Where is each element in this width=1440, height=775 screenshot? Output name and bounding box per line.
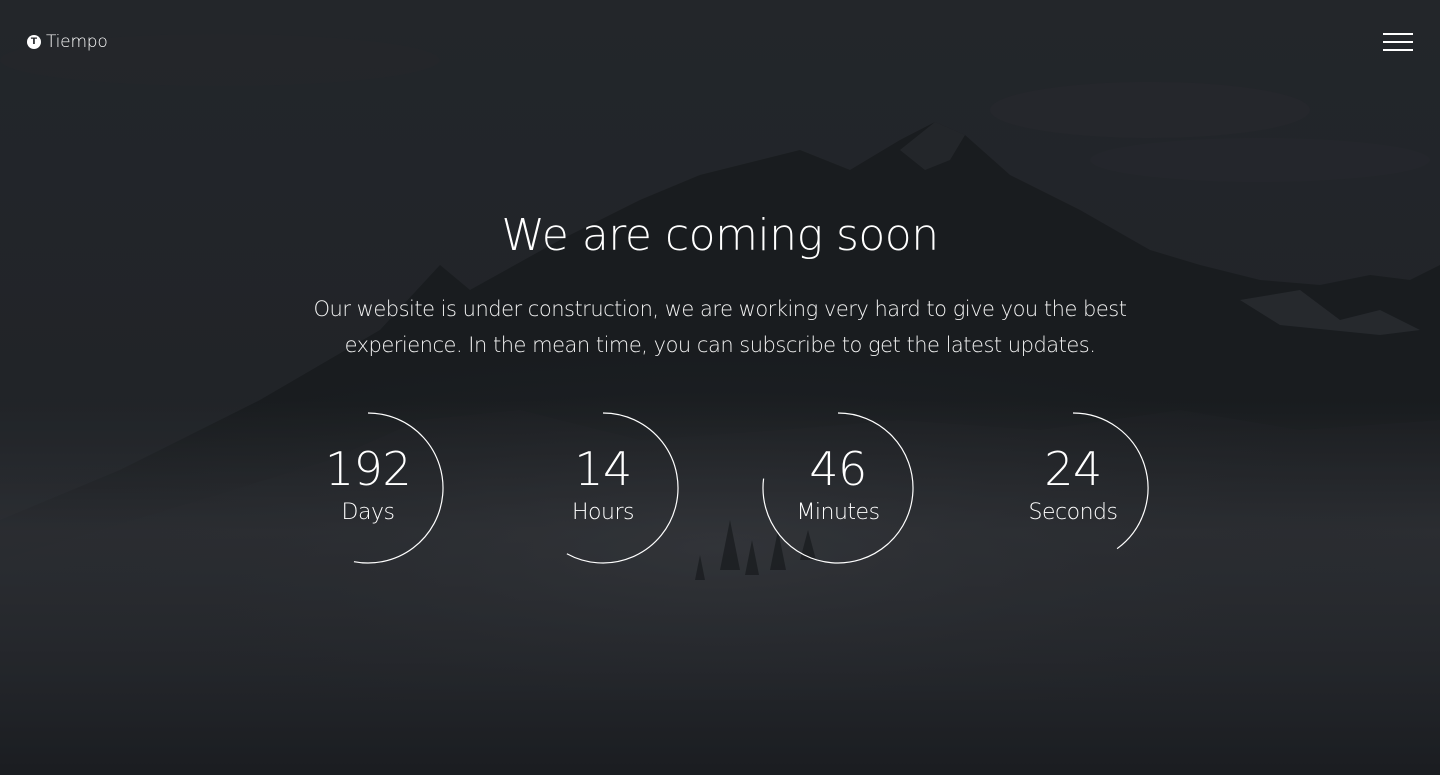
minutes-label: Minutes <box>796 500 880 525</box>
hours-value: 14 <box>574 442 632 496</box>
seconds-label: Seconds <box>1028 500 1118 525</box>
menu-line <box>1383 41 1413 43</box>
countdown-minutes: 46 Minutes <box>760 410 916 566</box>
countdown-seconds: 24 Seconds <box>995 410 1151 566</box>
page-title: We are coming soon <box>501 210 939 261</box>
page-subtitle: Our website is under construction, we ar… <box>313 297 1127 357</box>
countdown-days: 192 Days <box>290 410 446 566</box>
menu-line <box>1383 33 1413 35</box>
background-mountain-image <box>0 0 1440 775</box>
minutes-value: 46 <box>809 442 867 496</box>
logo-mark-icon: T <box>27 35 41 49</box>
countdown-timer: 192 Days 14 Hours 46 Minutes 24 Seconds <box>0 410 1440 566</box>
menu-line <box>1383 49 1413 51</box>
seconds-value: 24 <box>1044 442 1102 496</box>
days-label: Days <box>341 500 395 525</box>
hours-label: Hours <box>572 500 634 525</box>
brand-logo[interactable]: T Tiempo <box>27 31 108 53</box>
hamburger-menu-icon[interactable] <box>1383 33 1413 52</box>
days-value: 192 <box>324 442 412 496</box>
countdown-hours: 14 Hours <box>525 410 681 566</box>
brand-name: Tiempo <box>46 32 108 52</box>
